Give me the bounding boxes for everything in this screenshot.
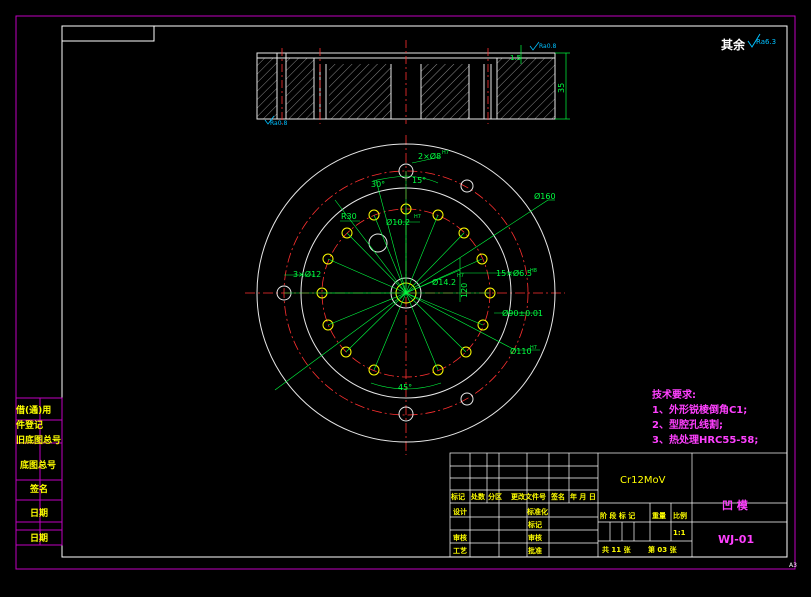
tb-drawing-no: WJ-01 <box>718 533 754 546</box>
dim-r30: R30 <box>341 212 357 221</box>
side-label-4: 签名 <box>29 483 48 495</box>
tb-design: 设计 <box>453 507 467 516</box>
side-label-5: 日期 <box>30 507 48 519</box>
corner-mark: A3 <box>789 562 797 569</box>
tb-weight-header: 重量 <box>652 511 666 520</box>
dim-step: 1.5 <box>510 54 521 62</box>
side-label-0: 借(通)用 <box>15 404 51 416</box>
tb-standard: 标准化 <box>526 507 548 516</box>
dim-d160: Ø160 <box>534 191 556 201</box>
dim-d14-2-tol: H7 <box>457 273 464 279</box>
tb-header-3: 更改文件号 <box>511 492 546 501</box>
dim-d110: Ø110 <box>510 346 532 356</box>
roughness-bottom: Ra0.8 <box>270 120 287 127</box>
tb-header-0: 标记 <box>450 492 465 501</box>
tb-scale: 1:1 <box>673 529 686 537</box>
dim-angle-15: 15° <box>412 176 426 185</box>
tech-requirements: 技术要求: 1、外形锐棱倒角C1; 2、型腔孔线割; 3、热处理HRC55-58… <box>652 388 758 446</box>
cad-drawing: 借(通)用 件登记 旧底图总号 底图总号 签名 日期 日期 其余 Ra6.3 3… <box>15 15 797 570</box>
side-label-2: 旧底图总号 <box>16 434 61 446</box>
dim-three-d12: 3×Ø12 <box>293 269 321 279</box>
dim-d10-2: Ø10.2 <box>386 217 410 227</box>
tech-title: 技术要求: <box>652 388 696 401</box>
tb-header-1: 处数 <box>470 492 486 501</box>
tb-part-name: 凹 模 <box>722 498 749 512</box>
tech-item-1: 1、外形锐棱倒角C1; <box>652 403 747 416</box>
tb-header-4: 签名 <box>550 492 565 501</box>
dim-angle-30: 30° <box>371 180 385 189</box>
dim-fifteen-holes-tol: H8 <box>530 268 537 274</box>
dim-angle-45: 45° <box>398 383 412 392</box>
section-view: 35 1.5 Ra0.8 Ra0.8 <box>256 40 570 127</box>
tech-item-3: 3、热处理HRC55-58; <box>652 433 758 446</box>
tb-review: 审核 <box>453 533 467 542</box>
roughness-icon <box>529 41 540 51</box>
dim-d90: Ø90±0.01 <box>502 308 543 318</box>
tb-header-2: 分区 <box>488 492 502 501</box>
tb-review-2: 审核 <box>528 533 542 542</box>
side-label-6: 日期 <box>30 532 48 544</box>
tb-sheets-total: 共 11 张 <box>602 545 632 554</box>
tb-approve: 批准 <box>528 546 542 555</box>
dim-d14-2: Ø14.2 <box>432 277 456 287</box>
tb-material: Cr12MoV <box>620 475 666 486</box>
roughness-top: Ra0.8 <box>539 43 556 50</box>
plan-view: 2×Ø8 H7 30° 15° Ø160 R30 Ø10.2 H7 3×Ø12 … <box>245 135 565 455</box>
tb-scale-header: 比例 <box>673 511 687 520</box>
dim-fifteen-holes: 15×Ø6.5 <box>496 268 532 278</box>
roughness-other-label: 其余 <box>721 37 746 52</box>
dim-120: 120 <box>460 283 469 298</box>
tb-mark: 标记 <box>527 520 542 529</box>
tb-header-5: 年 月 日 <box>570 492 596 501</box>
tb-sheet-no: 第 03 张 <box>648 545 678 554</box>
tb-process: 工艺 <box>453 546 467 555</box>
dim-two-holes: 2×Ø8 <box>418 151 441 161</box>
dim-thickness: 35 <box>557 83 566 93</box>
code-box <box>61 25 155 42</box>
roughness-other-value: Ra6.3 <box>756 38 776 46</box>
side-label-1: 件登记 <box>16 419 43 431</box>
dim-d10-2-tol: H7 <box>414 214 421 220</box>
tech-item-2: 2、型腔孔线割; <box>652 418 723 431</box>
dim-d110-tol: H7 <box>530 345 537 351</box>
dim-two-holes-tol: H7 <box>442 150 449 156</box>
tb-stage-header: 阶 段 标 记 <box>600 511 635 520</box>
side-label-3: 底图总号 <box>20 459 56 471</box>
